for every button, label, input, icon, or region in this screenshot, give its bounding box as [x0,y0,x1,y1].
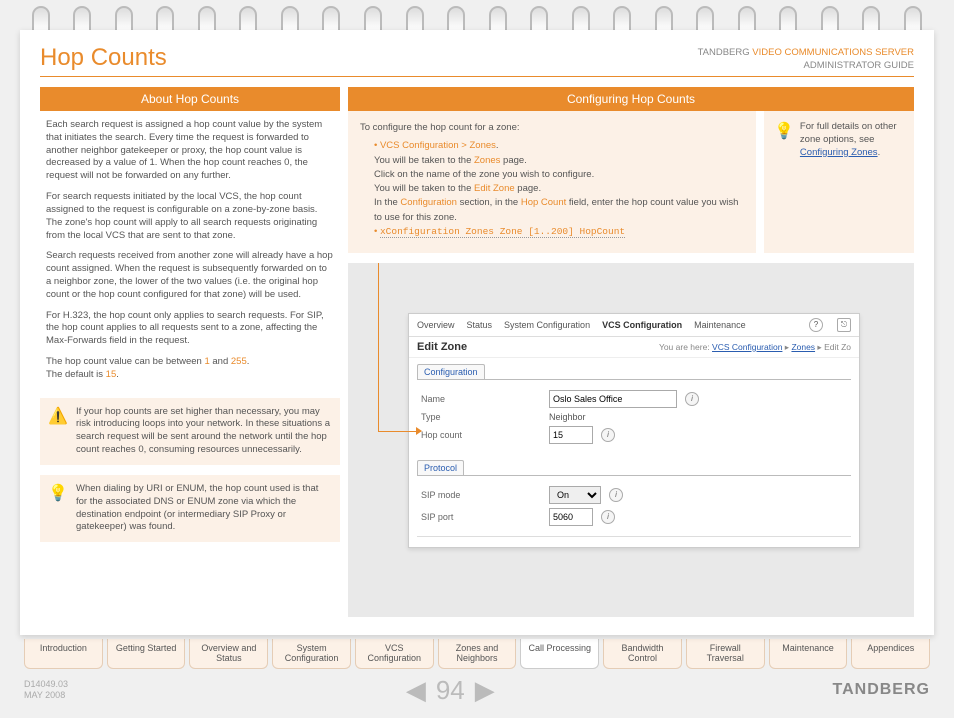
inner-tab-configuration[interactable]: Configuration [417,364,485,379]
name-label: Name [421,394,541,404]
callout-line [378,263,421,432]
about-section-header: About Hop Counts [40,87,340,111]
configuring-zones-link[interactable]: Configuring Zones [800,147,878,158]
crumb-zones[interactable]: Zones [791,342,815,352]
name-field[interactable] [549,390,677,408]
configure-section-header: Configuring Hop Counts [348,87,914,111]
torn-edge [417,536,851,547]
help-icon[interactable]: ? [809,318,823,332]
next-page-icon[interactable]: ▶ [475,675,495,706]
nav-vcs-config[interactable]: VCS Configuration [355,639,434,669]
nav-introduction[interactable]: Introduction [24,639,103,669]
product-header: TANDBERG VIDEO COMMUNICATIONS SERVER ADM… [698,47,914,72]
about-body: Each search request is assigned a hop co… [40,111,340,398]
doc-id: D14049.03 MAY 2008 [24,679,68,701]
step-nav-path: VCS Configuration > Zones. You will be t… [374,139,744,225]
logout-icon[interactable]: ⎋ [837,318,851,332]
nav-bandwidth-control[interactable]: Bandwidth Control [603,639,682,669]
callout-arrow-icon [416,427,422,435]
tab-status[interactable]: Status [467,320,493,330]
page-number: 94 [436,675,465,706]
nav-appendices[interactable]: Appendices [851,639,930,669]
edit-zone-dialog: Overview Status System Configuration VCS… [408,313,860,548]
info-icon[interactable]: i [609,488,623,502]
nav-call-processing[interactable]: Call Processing [520,639,599,669]
nav-zones-neighbors[interactable]: Zones and Neighbors [438,639,517,669]
side-tip: 💡 For full details on other zone options… [764,111,914,253]
step-command: xConfiguration Zones Zone [1..200] HopCo… [374,225,744,239]
type-label: Type [421,412,541,422]
config-steps: To configure the hop count for a zone: V… [348,111,756,253]
nav-maintenance[interactable]: Maintenance [769,639,848,669]
page-title: Hop Counts [40,44,167,72]
nav-overview-status[interactable]: Overview and Status [189,639,268,669]
lightbulb-icon: 💡 [774,121,794,243]
info-icon[interactable]: i [685,392,699,406]
hop-count-label: Hop count [421,430,541,440]
pager: ◀ 94 ▶ [406,675,495,706]
sip-port-field[interactable] [549,508,593,526]
dialog-main-tabs: Overview Status System Configuration VCS… [409,314,859,337]
sip-mode-label: SIP mode [421,490,541,500]
sip-mode-select[interactable]: On [549,486,601,504]
crumb-vcs-config[interactable]: VCS Configuration [712,342,782,352]
hop-count-field[interactable] [549,426,593,444]
nav-getting-started[interactable]: Getting Started [107,639,186,669]
type-value: Neighbor [549,412,586,422]
page-sheet: Hop Counts TANDBERG VIDEO COMMUNICATIONS… [20,30,934,635]
dialog-title: Edit Zone [417,341,467,353]
screenshot-area: Overview Status System Configuration VCS… [348,263,914,617]
lightbulb-icon: 💡 [48,483,68,534]
brand-logo: TANDBERG [833,681,930,699]
warning-icon: ⚠️ [48,406,68,457]
info-icon[interactable]: i [601,510,615,524]
nav-system-config[interactable]: System Configuration [272,639,351,669]
sip-port-label: SIP port [421,512,541,522]
tab-vcs-config[interactable]: VCS Configuration [602,320,682,330]
spiral-binding [0,0,954,30]
section-nav-tabs: Introduction Getting Started Overview an… [24,639,930,669]
inner-tab-protocol[interactable]: Protocol [417,460,464,475]
prev-page-icon[interactable]: ◀ [406,675,426,706]
tab-maintenance[interactable]: Maintenance [694,320,746,330]
nav-firewall-traversal[interactable]: Firewall Traversal [686,639,765,669]
tab-system-config[interactable]: System Configuration [504,320,590,330]
breadcrumb: You are here: VCS Configuration ▸ Zones … [659,342,851,353]
info-icon[interactable]: i [601,428,615,442]
tab-overview[interactable]: Overview [417,320,455,330]
tip-box-1: 💡 When dialing by URI or ENUM, the hop c… [40,475,340,542]
warning-box: ⚠️ If your hop counts are set higher tha… [40,398,340,465]
